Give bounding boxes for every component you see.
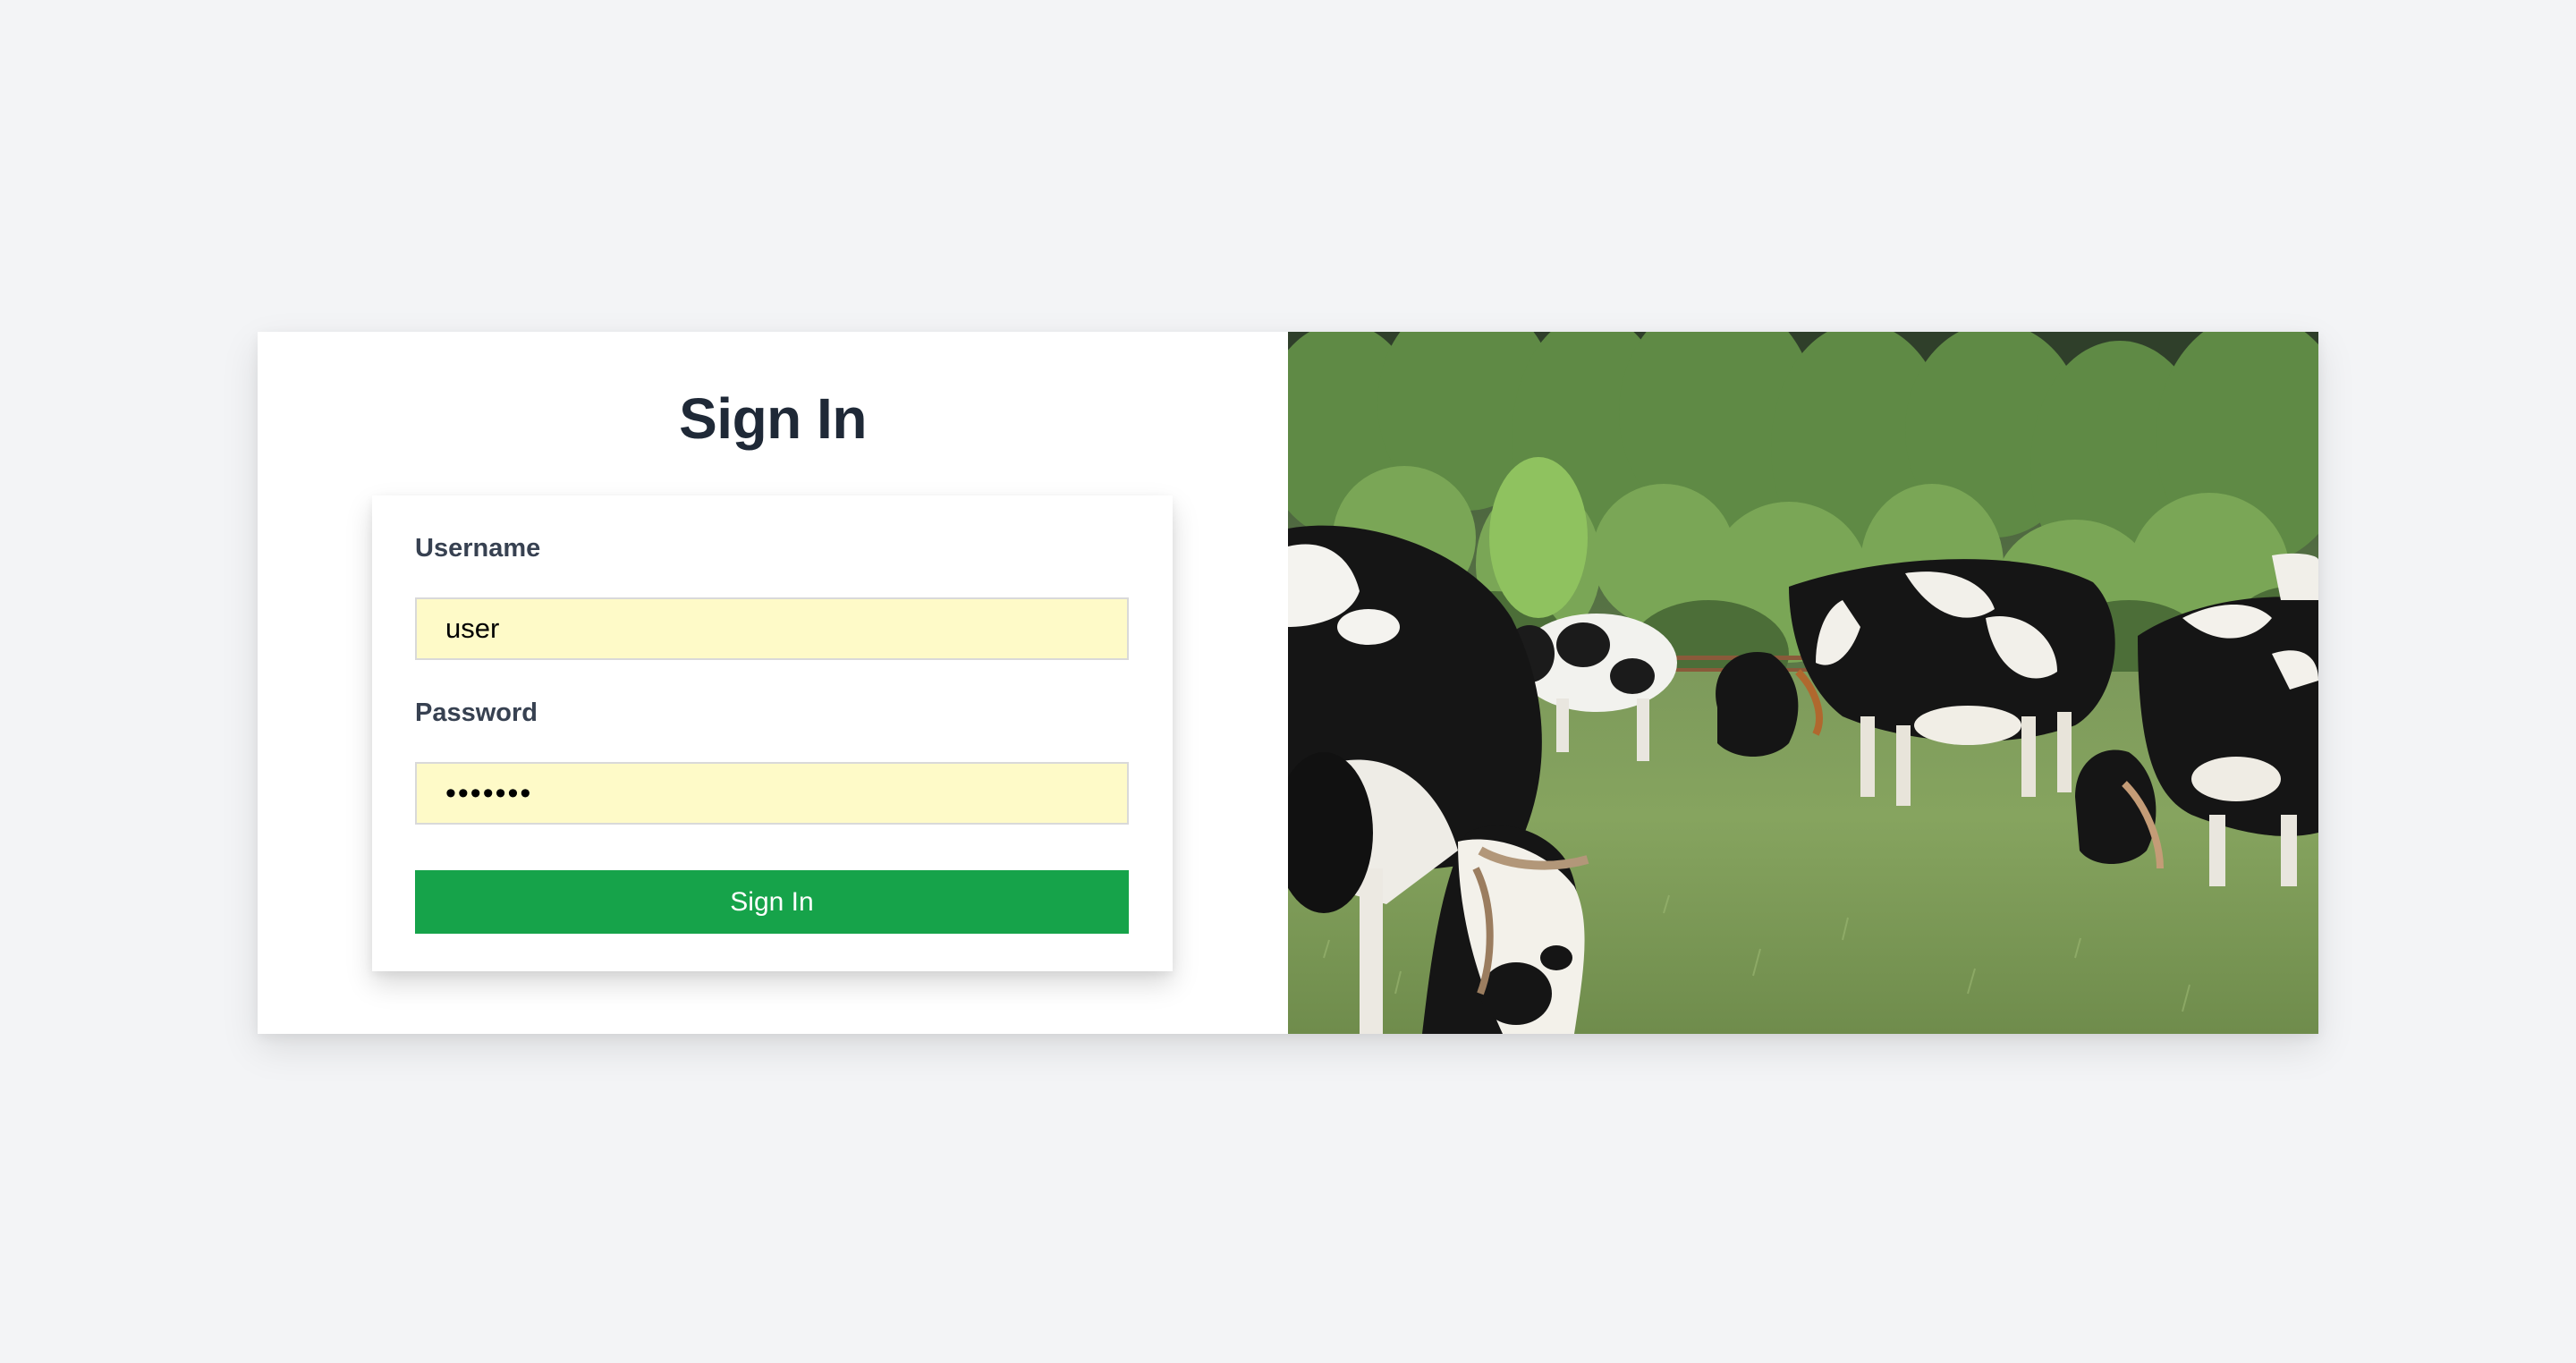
sign-in-button[interactable]: Sign In — [415, 870, 1129, 934]
sign-in-panel: Sign In Username Password Sign In — [258, 332, 2318, 1034]
sign-in-section: Sign In Username Password Sign In — [258, 332, 1288, 1034]
password-input[interactable] — [415, 762, 1129, 825]
password-label: Password — [415, 698, 538, 727]
username-input[interactable] — [415, 597, 1129, 660]
sign-in-card: Username Password Sign In — [372, 495, 1173, 971]
hero-image — [1288, 332, 2318, 1034]
page-title: Sign In — [679, 386, 867, 451]
username-label: Username — [415, 534, 541, 563]
